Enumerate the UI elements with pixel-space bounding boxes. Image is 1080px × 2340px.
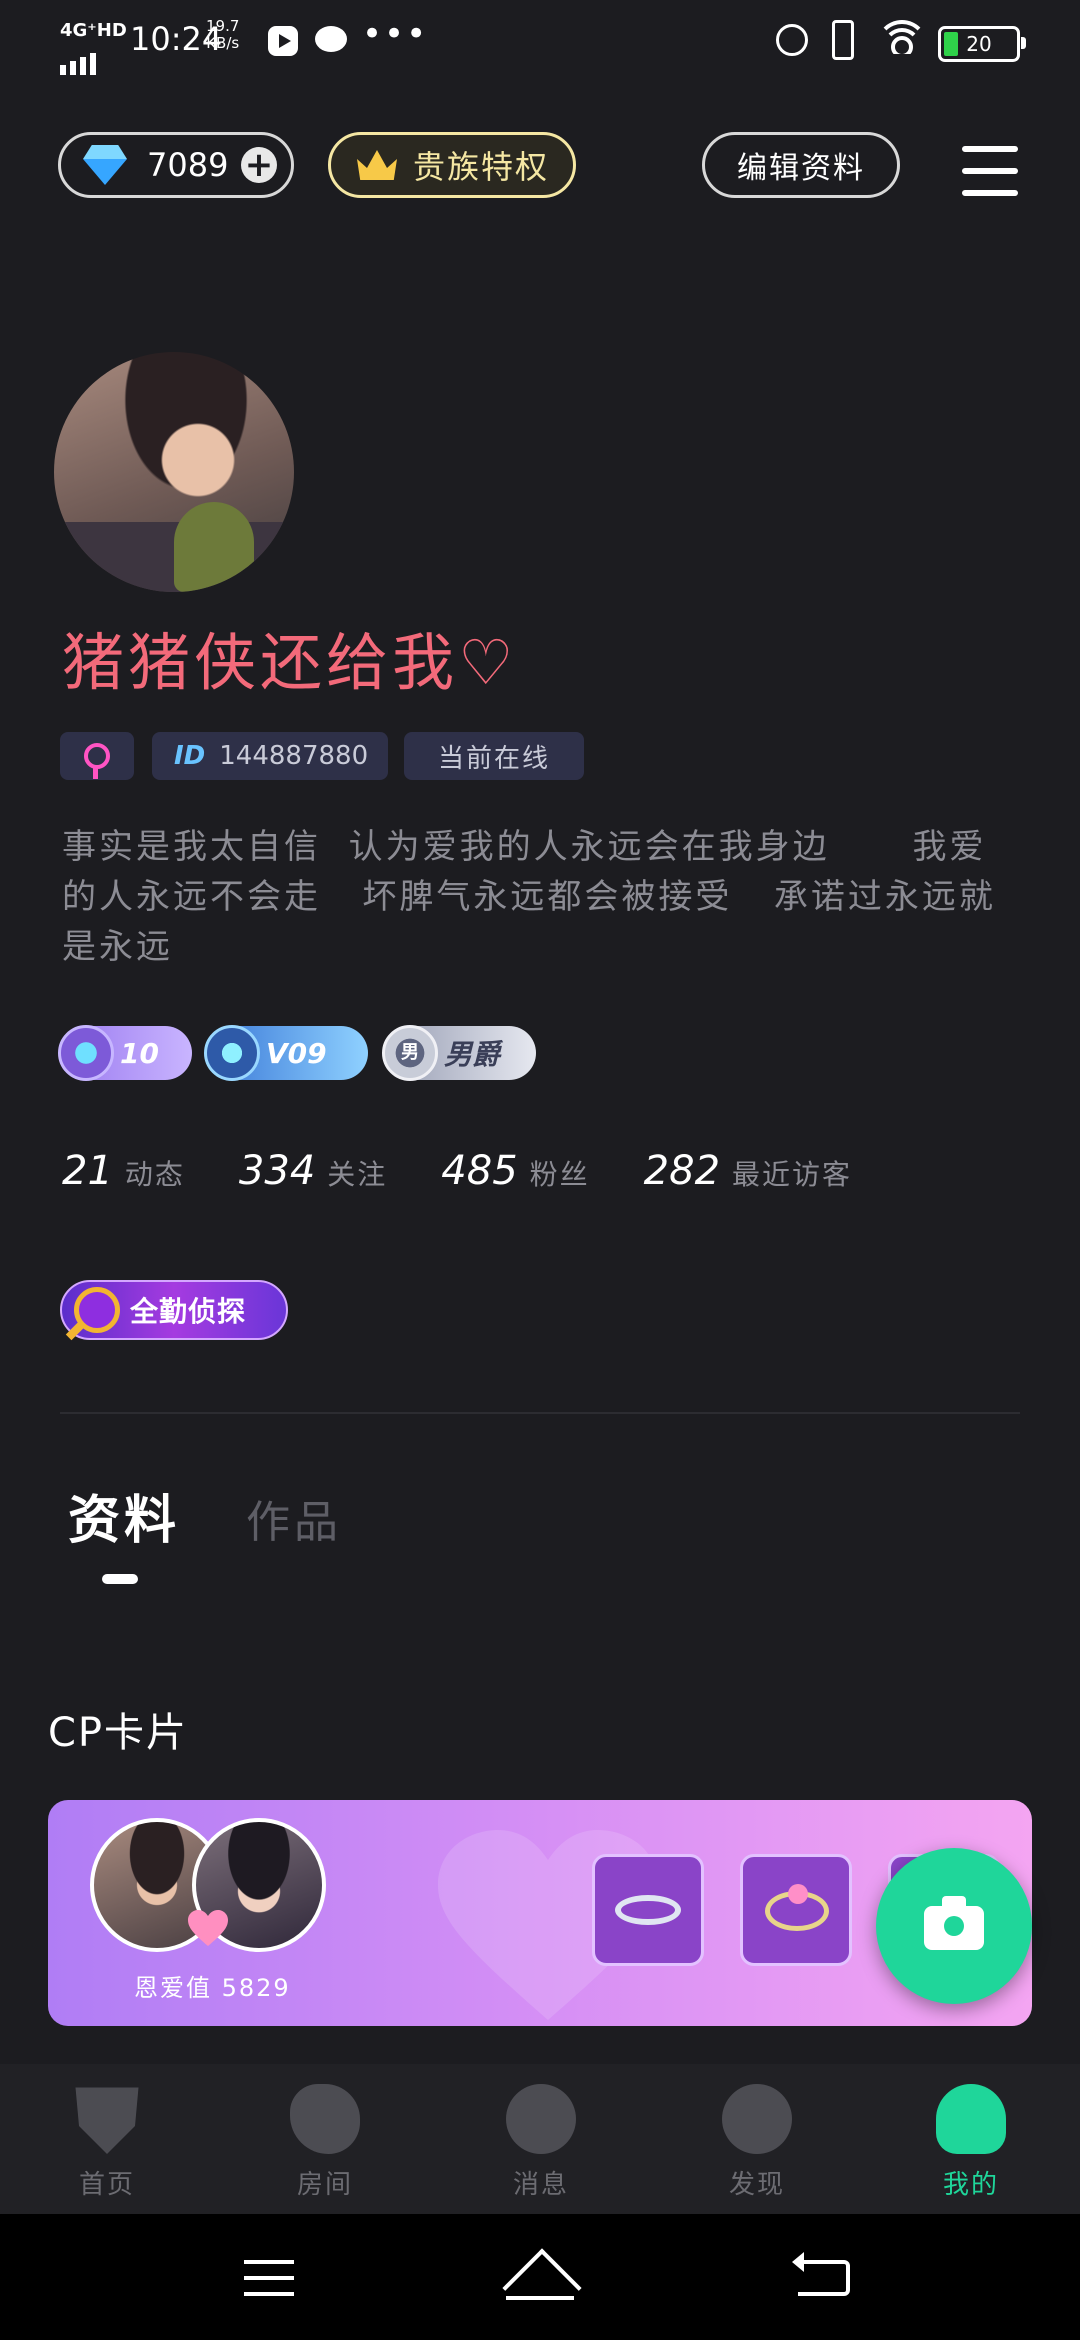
- crown-icon: [357, 150, 397, 180]
- room-icon: [290, 2084, 360, 2154]
- speed-value: 19.7: [206, 17, 240, 35]
- vip-label: 贵族特权: [413, 148, 550, 186]
- ring-gift-slot[interactable]: [592, 1854, 704, 1966]
- nav-me[interactable]: 我的: [906, 2084, 1036, 2204]
- vip-level-badge[interactable]: V09: [204, 1025, 368, 1081]
- more-notifications-icon: •••: [362, 14, 429, 54]
- rank-value: 男爵: [444, 1038, 501, 1071]
- nav-discover[interactable]: 发现: [692, 2084, 822, 2204]
- network-indicator: 4G⁺HD: [60, 20, 127, 41]
- vip-level-value: V09: [266, 1036, 327, 1070]
- detective-badge[interactable]: 全勤侦探: [60, 1280, 288, 1340]
- menu-icon[interactable]: [962, 146, 1018, 196]
- flower-crown-icon: [765, 1884, 829, 1931]
- magnifier-icon: [74, 1287, 120, 1333]
- back-icon[interactable]: [792, 2252, 850, 2296]
- vip-emblem-icon: [204, 1025, 260, 1081]
- system-nav-bar: [0, 2214, 1080, 2340]
- stat-value: 485: [441, 1148, 518, 1194]
- avatar[interactable]: [54, 352, 294, 592]
- vibrate-icon: [832, 20, 854, 60]
- online-status-badge: 当前在线: [404, 732, 584, 780]
- add-diamond-icon[interactable]: +: [241, 147, 277, 183]
- edit-profile-label: 编辑资料: [737, 151, 865, 186]
- battery-icon: 20: [938, 26, 1026, 62]
- nav-messages[interactable]: 消息: [476, 2084, 606, 2204]
- id-number: 144887880: [219, 741, 369, 771]
- stat-value: 334: [238, 1148, 316, 1194]
- me-icon: [936, 2084, 1006, 2154]
- network-speed: 19.7 KB/s: [206, 18, 239, 52]
- camera-lens: [944, 1916, 964, 1936]
- diamond-count: 7089: [147, 146, 229, 184]
- mask-icon: [75, 2087, 139, 2154]
- nav-room[interactable]: 房间: [260, 2084, 390, 2204]
- love-value: 恩爱值 5829: [134, 1974, 291, 2002]
- bio-text: 事实是我太自信 认为爱我的人永远会在我身边 我爱的人永远不会走 坏脾气永远都会被…: [62, 827, 996, 967]
- stat-label: 动态: [124, 1158, 185, 1191]
- flower-crown-gift-slot[interactable]: [740, 1854, 852, 1966]
- cp-section-title: CP卡片: [48, 1710, 189, 1756]
- bottom-nav: 首页 房间 消息 发现 我的: [0, 2064, 1080, 2214]
- female-icon: [84, 743, 110, 779]
- stat-value: 21: [62, 1148, 113, 1194]
- ring-icon: [615, 1895, 681, 1925]
- recent-apps-icon[interactable]: [244, 2260, 294, 2296]
- rank-badge[interactable]: 男 男爵: [382, 1025, 536, 1081]
- stat-label: 最近访客: [732, 1158, 853, 1191]
- nav-label: 首页: [78, 2170, 135, 2200]
- wifi-icon: [880, 18, 924, 54]
- home-icon[interactable]: [506, 2256, 574, 2300]
- stat-following[interactable]: 334 关注: [239, 1148, 387, 1194]
- stat-value: 282: [643, 1148, 721, 1194]
- divider: [60, 1412, 1020, 1414]
- gender-badge: [60, 732, 134, 780]
- detective-label: 全勤侦探: [130, 1295, 247, 1328]
- nav-label: 房间: [296, 2170, 353, 2200]
- level-value: 10: [120, 1036, 159, 1070]
- battery-percent: 20: [966, 32, 992, 56]
- stat-label: 关注: [327, 1158, 388, 1191]
- signal-icon: [60, 40, 100, 75]
- id-label: ID: [174, 741, 206, 771]
- message-icon: [506, 2084, 576, 2154]
- planet-icon: [722, 2084, 792, 2154]
- stat-visitors[interactable]: 282 最近访客: [644, 1148, 852, 1194]
- chat-app-icon: [315, 26, 347, 52]
- edit-profile-button[interactable]: 编辑资料: [702, 132, 900, 198]
- nickname: 猪猪侠还给我♡: [62, 626, 518, 699]
- tab-works[interactable]: 作品: [246, 1486, 342, 1550]
- status-bar: 4G⁺HD 10:24 19.7 KB/s ••• 20: [0, 0, 1080, 80]
- nav-label: 发现: [728, 2170, 785, 2200]
- tab-profile[interactable]: 资料: [68, 1478, 180, 1553]
- video-app-icon: [268, 26, 298, 56]
- user-id-badge[interactable]: ID 144887880: [152, 732, 388, 780]
- diamond-icon: [83, 145, 127, 185]
- level-emblem-icon: [58, 1025, 114, 1081]
- avatar-plant: [174, 502, 254, 592]
- nav-label: 我的: [942, 2170, 999, 2200]
- speed-unit: KB/s: [206, 34, 240, 52]
- level-badge[interactable]: 10: [58, 1025, 192, 1081]
- nav-home[interactable]: 首页: [42, 2084, 172, 2204]
- vip-privilege-button[interactable]: 贵族特权: [328, 132, 576, 198]
- nav-label: 消息: [512, 2170, 569, 2200]
- tab-indicator: [102, 1574, 138, 1584]
- rank-emblem-icon: 男: [382, 1025, 438, 1081]
- stat-label: 粉丝: [529, 1158, 590, 1191]
- stat-followers[interactable]: 485 粉丝: [441, 1148, 589, 1194]
- profile-stats: 21 动态 334 关注 485 粉丝 282 最近访客: [62, 1148, 906, 1194]
- online-status: 当前在线: [437, 743, 550, 774]
- diamond-balance-button[interactable]: 7089 +: [58, 132, 294, 198]
- alarm-icon: [776, 24, 808, 56]
- stat-posts[interactable]: 21 动态: [62, 1148, 185, 1194]
- camera-button[interactable]: [876, 1848, 1032, 2004]
